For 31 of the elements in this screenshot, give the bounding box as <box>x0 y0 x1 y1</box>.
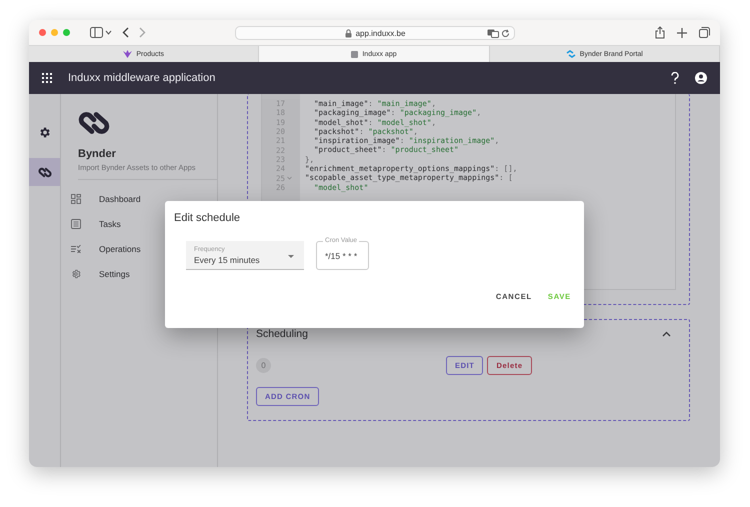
list-icon <box>71 218 81 228</box>
translate-icon[interactable] <box>487 28 499 38</box>
gear-icon <box>71 268 81 278</box>
dropdown-caret-icon <box>288 255 294 258</box>
menu-item[interactable]: Dashboard <box>61 186 217 211</box>
address-bar[interactable]: app.induxx.be <box>235 26 515 40</box>
chevron-icon[interactable] <box>662 331 671 337</box>
app-title: Induxx middleware application <box>68 72 216 84</box>
apps-grid-icon[interactable] <box>42 73 52 83</box>
module-title: Bynder <box>78 148 117 160</box>
gear-icon <box>38 126 51 138</box>
count-chip: 0 <box>256 358 271 373</box>
site-icon <box>566 50 576 58</box>
url-text: app.induxx.be <box>356 28 406 38</box>
dashboard-icon <box>71 194 81 204</box>
section-title: Scheduling <box>256 328 308 340</box>
checklist-icon <box>71 244 81 252</box>
rail-item[interactable] <box>29 158 60 186</box>
share-icon[interactable] <box>655 26 665 39</box>
close-window-icon[interactable] <box>39 29 46 36</box>
back-icon[interactable] <box>122 27 129 38</box>
lock-icon <box>344 28 352 38</box>
site-icon <box>123 50 132 58</box>
new-tab-icon[interactable] <box>677 28 687 38</box>
tab-overview-icon[interactable] <box>699 27 710 38</box>
help-icon[interactable] <box>671 72 679 84</box>
sidebar-toggle-icon[interactable] <box>90 27 112 38</box>
account-icon[interactable] <box>695 72 707 84</box>
site-icon <box>351 50 358 58</box>
reload-icon[interactable] <box>501 28 510 38</box>
dialog-title: Edit schedule <box>174 212 242 224</box>
